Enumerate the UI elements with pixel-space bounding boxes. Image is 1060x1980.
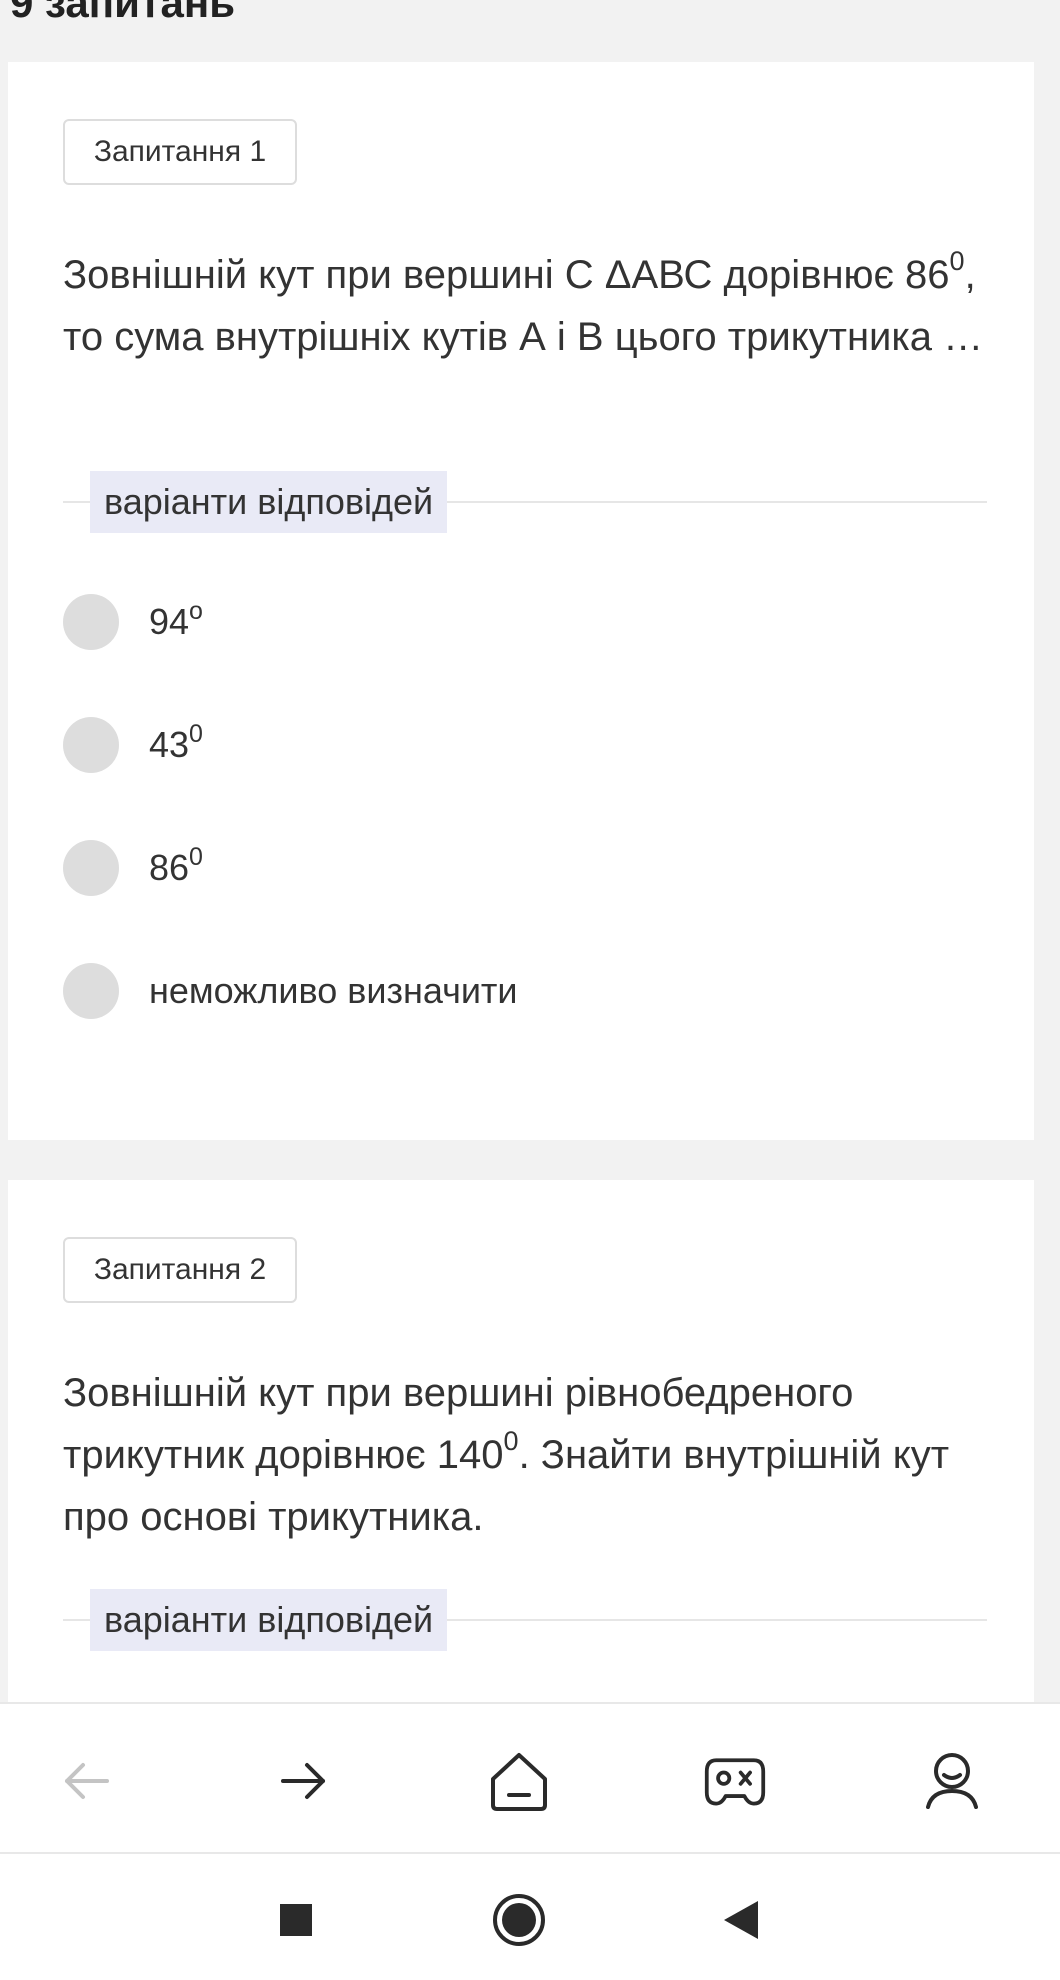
answer-option-label: неможливо визначити	[149, 970, 518, 1012]
quiz-question-count: 9 запитань	[10, 0, 236, 26]
answer-option[interactable]: 94о	[63, 594, 203, 650]
question-number-badge: Запитання 2	[63, 1237, 297, 1303]
answer-option-label: 860	[149, 845, 203, 889]
degree-superscript: 0	[949, 246, 965, 276]
answer-option[interactable]: 860	[63, 840, 203, 896]
degree-superscript: 0	[189, 720, 203, 748]
back-arrow-icon[interactable]	[55, 1749, 119, 1813]
answer-value: 94	[149, 601, 190, 642]
answer-option-label: 430	[149, 722, 203, 766]
recent-apps-icon[interactable]	[268, 1892, 324, 1948]
system-navigation-bar	[0, 1852, 1060, 1980]
answer-option-label: 94о	[149, 599, 203, 643]
degree-superscript: о	[189, 597, 203, 625]
back-triangle-icon[interactable]	[712, 1892, 768, 1948]
home-circle-icon[interactable]	[491, 1892, 547, 1948]
degree-superscript: 0	[503, 1426, 519, 1456]
question-text: Зовнішній кут при вершині рівнобедреного…	[63, 1362, 1003, 1548]
answers-section-label: варіанти відповідей	[90, 1589, 448, 1651]
radio-button[interactable]	[63, 594, 119, 650]
home-icon[interactable]	[487, 1749, 551, 1813]
question-text: Зовнішній кут при вершині С ΔАВС дорівню…	[63, 244, 1003, 368]
browser-navigation-bar	[0, 1702, 1060, 1852]
answers-section-label: варіанти відповідей	[90, 471, 448, 533]
forward-arrow-icon[interactable]	[271, 1749, 335, 1813]
answer-value: неможливо визначити	[149, 970, 518, 1011]
question-number-badge: Запитання 1	[63, 119, 297, 185]
question-text-part: Зовнішній кут при вершині С ΔАВС дорівню…	[63, 253, 950, 297]
degree-superscript: 0	[189, 843, 203, 871]
profile-icon[interactable]	[920, 1749, 984, 1813]
game-controller-icon[interactable]	[703, 1749, 767, 1813]
answer-value: 43	[149, 724, 190, 765]
question-card-1: Запитання 1 Зовнішній кут при вершині С …	[8, 62, 1034, 1140]
radio-button[interactable]	[63, 963, 119, 1019]
answer-option[interactable]: неможливо визначити	[63, 963, 518, 1019]
radio-button[interactable]	[63, 840, 119, 896]
answer-option[interactable]: 430	[63, 717, 203, 773]
answer-value: 86	[149, 847, 190, 888]
question-card-2: Запитання 2 Зовнішній кут при вершині рі…	[8, 1180, 1034, 1740]
radio-button[interactable]	[63, 717, 119, 773]
